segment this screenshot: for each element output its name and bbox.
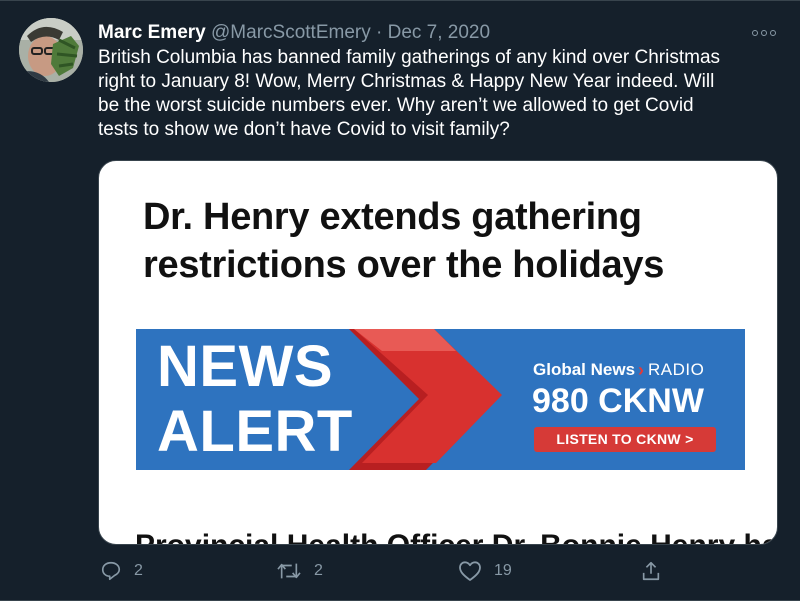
share-icon xyxy=(642,561,660,581)
banner-news-text: NEWS xyxy=(157,334,333,399)
brand-radio-text: RADIO xyxy=(648,360,705,379)
author-name[interactable]: Marc Emery xyxy=(98,22,206,43)
tweet-header: Marc Emery @MarcScottEmery · Dec 7, 2020 xyxy=(98,22,490,44)
station-name: 980 CKNW xyxy=(532,382,704,420)
tweet-date[interactable]: Dec 7, 2020 xyxy=(388,22,490,43)
share-button[interactable] xyxy=(640,558,662,584)
global-news-logo: Global News › RADIO xyxy=(533,360,704,380)
banner-alert-text: ALERT xyxy=(157,399,353,464)
author-handle[interactable]: @MarcScottEmery xyxy=(211,22,371,43)
listen-button[interactable]: LISTEN TO CKNW > xyxy=(534,427,716,452)
tweet-text-line: tests to show we don’t have Covid to vis… xyxy=(98,119,510,140)
avatar-image xyxy=(19,18,83,82)
more-dot xyxy=(761,30,767,36)
link-preview-card[interactable]: Dr. Henry extends gathering restrictions… xyxy=(98,160,778,545)
brand-name: Global News xyxy=(533,360,636,379)
reply-count: 2 xyxy=(134,562,143,579)
tweet-text-line: be the worst suicide numbers ever. Why a… xyxy=(98,95,694,116)
more-icon[interactable] xyxy=(752,26,776,40)
more-dot xyxy=(752,30,758,36)
brand-chevron-icon: › xyxy=(638,360,645,380)
tweet-text: British Columbia has banned family gathe… xyxy=(98,46,788,142)
reply-button[interactable]: 2 xyxy=(100,558,143,584)
retweet-button[interactable]: 2 xyxy=(276,558,323,584)
more-dot xyxy=(770,30,776,36)
separator-dot: · xyxy=(376,22,383,43)
retweet-count: 2 xyxy=(314,562,323,579)
card-headline-line: restrictions over the holidays xyxy=(143,244,665,286)
tweet-text-line: British Columbia has banned family gathe… xyxy=(98,47,721,68)
card-headline-line: Dr. Henry extends gathering xyxy=(143,196,642,238)
news-alert-banner: NEWS ALERT Global News › RADIO 980 CKNW … xyxy=(136,329,745,470)
like-count: 19 xyxy=(494,562,512,579)
avatar[interactable] xyxy=(19,18,83,82)
like-icon xyxy=(459,561,481,581)
tweet-text-line: right to January 8! Wow, Merry Christmas… xyxy=(98,71,715,92)
top-divider xyxy=(0,0,800,1)
like-button[interactable]: 19 xyxy=(458,558,512,584)
retweet-icon xyxy=(277,563,301,579)
card-headline: Dr. Henry extends gathering restrictions… xyxy=(143,193,664,289)
reply-icon xyxy=(101,561,121,581)
card-body-text: Provincial Health Officer Dr. Bonnie Hen… xyxy=(135,528,777,544)
